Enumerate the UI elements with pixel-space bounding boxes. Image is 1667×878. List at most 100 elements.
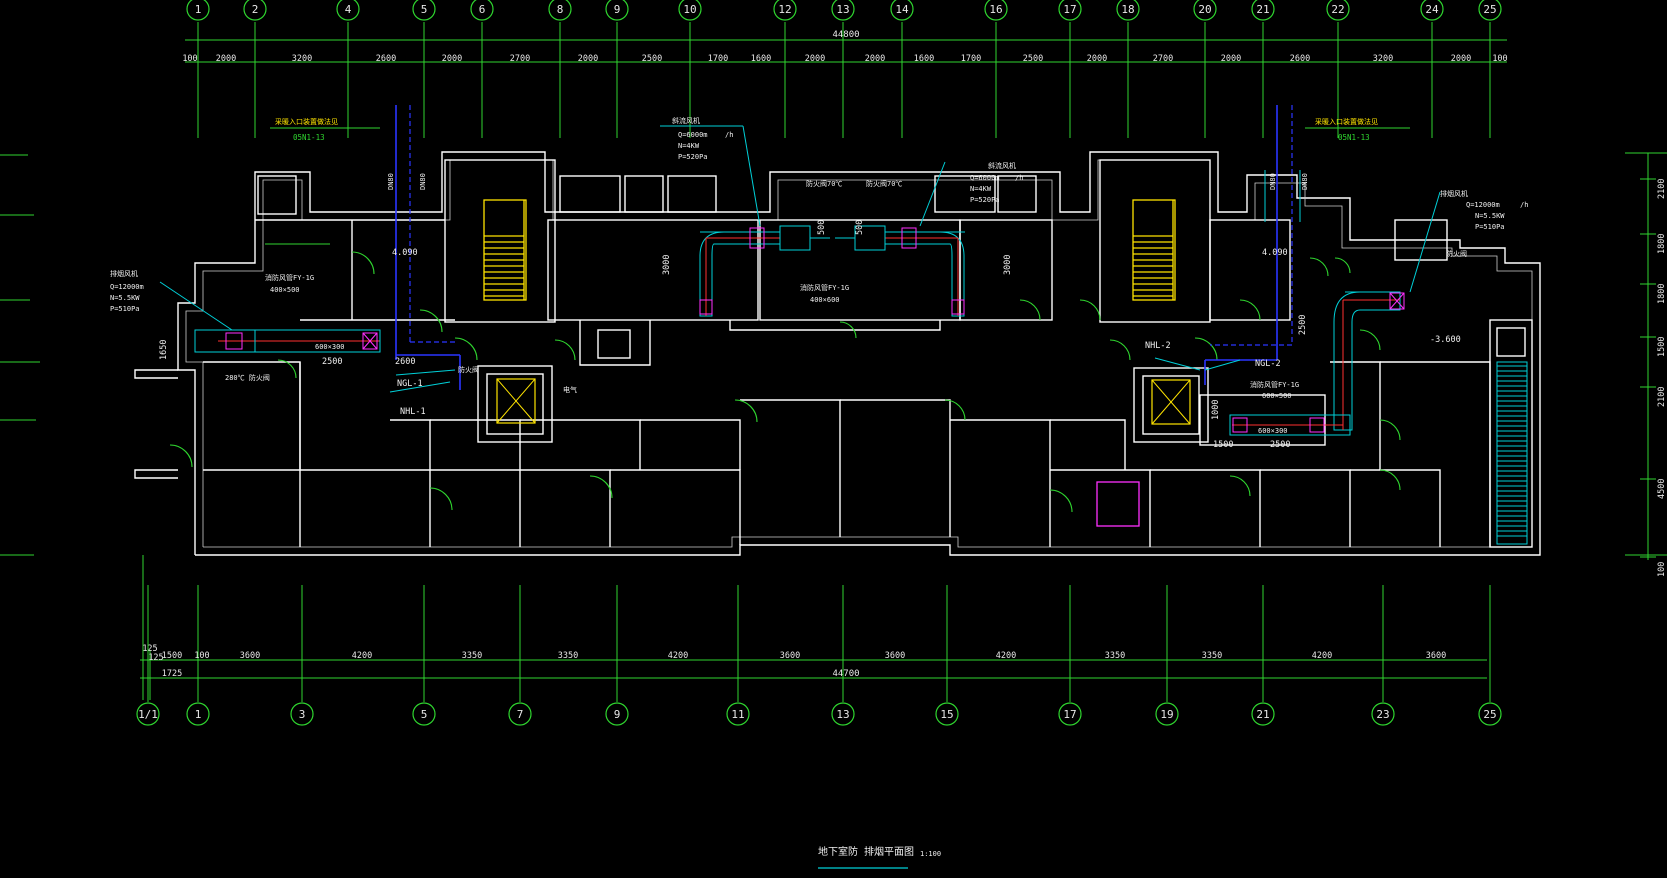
ngl1-label: NGL-1 [397,379,423,389]
bottom-dim-segment: 3350 [558,651,578,661]
bottom-dim-segment: 4200 [996,651,1016,661]
duct-400-600: 400×600 [810,296,840,304]
top-dim-segment: 2600 [1290,54,1310,64]
top-dim-segment: 2000 [865,54,885,64]
top-axis-label: 25 [1483,3,1496,16]
dn-label-d: DN80 [1301,173,1309,190]
top-dim-segment: 1600 [914,54,934,64]
dn-label-a: DN80 [387,173,395,190]
bottom-axis-label: 23 [1376,708,1389,721]
top-axis-label: 14 [895,3,909,16]
top-axis-label: 16 [989,3,1002,16]
duct-600-300-left: 600×300 [315,343,345,351]
sfan-right-q: Q=6000m [970,174,1000,182]
dim-2500-left: 2500 [322,357,342,367]
ngl2-label: NGL-2 [1255,359,1281,369]
tag-sf-mid: 消防风管FY-1G [800,283,849,292]
drawing-title: 地下室防 排烟平面图 [818,845,914,858]
fire-damper-right: 防火阀 [1446,249,1467,258]
bottom-dim-segment: 3600 [1426,651,1446,661]
bottom-dimension-segments: 1251500 100 3600 4200 3350 3350 4200 3600 3600 42… [148,651,1446,663]
bottom-total-dimension: 44700 [832,669,859,679]
dim-2600-left: 2600 [395,357,415,367]
top-dim-segment: 2000 [1087,54,1107,64]
top-dim-segment: 1700 [708,54,728,64]
right-dim-segment: 1500 [1657,337,1667,357]
top-axis-label: 5 [421,3,428,16]
fan-left-n: N=5.5KW [110,294,140,302]
bottom-axis-label: 7 [517,708,524,721]
smoke-valve-280: 280℃ 防火阀 [225,373,270,382]
top-dim-segment: 2500 [642,54,662,64]
top-axis-label: 8 [557,3,564,16]
fresh-air-entry-right: 采暖入口装置做法见 [1315,117,1378,126]
sfan-right-title: 斜流风机 [988,161,1016,170]
bottom-axis-label: 11 [731,708,744,721]
top-axis-label: 21 [1256,3,1269,16]
bottom-dim-segment: 100 [194,651,209,661]
top-dim-segment: 2500 [1023,54,1043,64]
bottom-dim-segment: 3600 [885,651,905,661]
top-axis-label: 9 [614,3,621,16]
right-dim-segment: 2100 [1657,179,1667,199]
top-dim-segment: 2000 [578,54,598,64]
bottom-axis-label: 25 [1483,708,1496,721]
top-dim-segment: 100 [1492,54,1507,64]
bottom-dim-segment: 4200 [352,651,372,661]
top-dim-segment: 2700 [510,54,530,64]
top-axis-label: 24 [1425,3,1439,16]
top-axis-label: 12 [778,3,791,16]
bottom-axis-label: 13 [836,708,849,721]
bottom-dim-segment: 3350 [1105,651,1125,661]
right-dim-segment: 4500 [1657,479,1667,499]
cad-drawing-canvas: 44800 1 2 4 5 6 8 9 10 12 13 14 16 17 18 20 21 22 24 25 10… [0,0,1667,869]
top-dim-segment: 1600 [751,54,771,64]
tag-sf-right: 消防风管FY-1G [1250,380,1299,389]
bottom-axis-label: 1/1 [138,708,158,721]
right-dim-segment: 100 [1657,562,1667,577]
bottom-dim-segment: 3600 [240,651,260,661]
bottom-axis-label: 21 [1256,708,1269,721]
sfan-left-q: Q=6000m [678,131,708,139]
nhl1-label: NHL-1 [400,407,426,417]
elev-4090-right: 4.090 [1262,248,1288,258]
drawing-scale: 1:100 [920,850,941,858]
bottom-dim-segment: 3600 [780,651,800,661]
bottom-axis-label: 5 [421,708,428,721]
bottom-dim-segment: 3350 [1202,651,1222,661]
top-dim-segment: 1700 [961,54,981,64]
fan-left-q: Q=12000m [110,283,144,291]
top-axis-label: 17 [1063,3,1076,16]
dn-label-c: DN80 [1269,173,1277,190]
right-dim-segment: 1800 [1657,234,1667,254]
top-axis-label: 20 [1198,3,1211,16]
duct-400-500: 400×500 [270,286,300,294]
bottom-dim-segment: 4200 [668,651,688,661]
right-dimension-segments: 2100 1800 1800 1500 2100 4500 100 [1640,178,1667,577]
nhl2-label: NHL-2 [1145,341,1171,351]
smoke-valve-left: 防火阀70℃ [806,179,842,188]
top-dim-segment: 3200 [1373,54,1393,64]
building-walls [134,151,1541,556]
sfan-left-title: 斜流风机 [672,116,700,125]
elevators [496,378,1191,527]
stairs [483,199,1528,545]
top-dim-segment: 2000 [442,54,462,64]
top-axis-label: 18 [1121,3,1134,16]
top-dim-segment: 2700 [1153,54,1173,64]
top-axis-label: 4 [345,3,352,16]
bottom-dim-segment: 4200 [1312,651,1332,661]
smoke-valve-right: 防火阀70℃ [866,179,902,188]
fan-left-p: P=510Pa [110,305,140,313]
dn-label-b: DN80 [419,173,427,190]
top-axis-label: 13 [836,3,849,16]
bottom-dim-segment: 1500 [162,651,182,661]
bottom-axis-label: 3 [299,708,306,721]
duct-600-300-right: 600×300 [1258,427,1288,435]
top-axis-label: 1 [195,3,202,16]
doors [169,251,1401,513]
bottom-axis-label: 17 [1063,708,1076,721]
sfan-left-n: N=4KW [678,142,700,150]
top-axis-label: 10 [683,3,696,16]
top-dim-segment: 2000 [805,54,825,64]
